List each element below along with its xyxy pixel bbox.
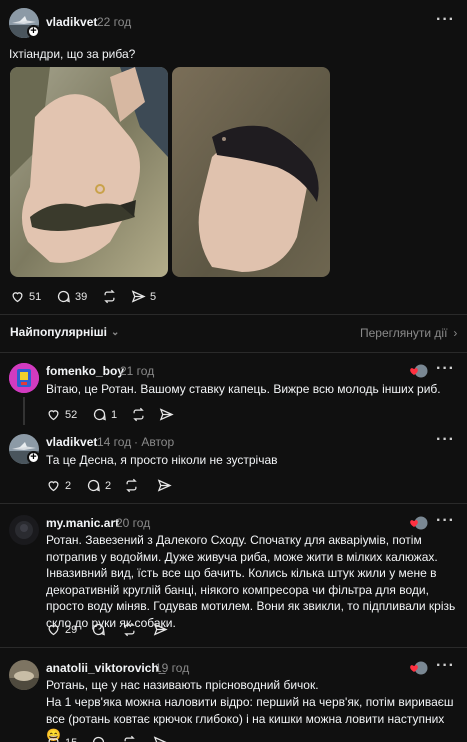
reply-like-button[interactable]: 29 <box>46 622 77 637</box>
more-options-icon[interactable]: ··· <box>436 360 455 378</box>
reply-username[interactable]: anatolii_viktorovich_ <box>46 661 165 675</box>
reply-like-button[interactable]: 2 <box>46 478 71 493</box>
post-comment-count: 39 <box>75 290 88 303</box>
reply-comment-button[interactable]: 2 <box>86 478 111 493</box>
reply-like-button[interactable]: 15 <box>46 735 77 742</box>
reply-like-count: 29 <box>65 623 78 636</box>
reply-comment-button[interactable] <box>91 622 106 637</box>
thread-line <box>23 397 25 425</box>
repost-icon <box>133 407 144 422</box>
more-options-icon[interactable]: ··· <box>436 11 455 29</box>
post-photo-1[interactable] <box>10 67 168 277</box>
chevron-right-icon: › <box>453 326 458 340</box>
comment-icon <box>92 736 105 742</box>
more-options-icon[interactable]: ··· <box>436 512 455 530</box>
share-icon <box>153 623 168 636</box>
reply-avatar[interactable] <box>9 363 39 393</box>
comment-icon <box>57 290 70 303</box>
chevron-down-icon: ⌄ <box>110 326 120 338</box>
heart-icon <box>48 410 59 421</box>
reply-time: 21 год <box>120 364 155 378</box>
comment-icon <box>92 623 105 636</box>
reply-time: 14 год <box>97 435 132 449</box>
author-liked-badge <box>410 364 428 378</box>
reply-text: Та це Десна, я просто ніколи не зустріча… <box>46 453 278 467</box>
share-icon <box>159 408 174 421</box>
post-like-button[interactable]: 51 <box>10 289 41 304</box>
reply-avatar[interactable] <box>9 515 39 545</box>
reply-username[interactable]: fomenko_boy <box>46 364 124 378</box>
reply-text: Вітаю, це Ротан. Вашому ставку капець. В… <box>46 382 441 396</box>
post-username[interactable]: vladikvet <box>46 15 97 29</box>
reply-time: 20 год <box>116 516 151 530</box>
reply-like-count: 2 <box>65 479 72 492</box>
divider <box>0 647 467 648</box>
post-like-count: 51 <box>29 290 42 303</box>
heart-icon <box>48 481 59 492</box>
divider <box>0 352 467 353</box>
author-liked-badge <box>410 661 428 675</box>
post-share-button[interactable]: 5 <box>131 289 156 304</box>
reply-repost-button[interactable] <box>131 407 146 422</box>
reply-username[interactable]: vladikvet <box>46 435 97 449</box>
post-share-count: 5 <box>150 290 157 303</box>
reply-repost-button[interactable] <box>124 478 139 493</box>
comment-icon <box>87 479 100 492</box>
reply-share-button[interactable] <box>153 735 168 742</box>
reply-text-line-1: Ротань, ще у нас називають прісноводний … <box>46 678 319 692</box>
reply-avatar[interactable] <box>9 660 39 690</box>
heart-icon <box>48 738 59 742</box>
reply-text-line-2: На 1 черв'яка можна наловити відро: перш… <box>46 695 454 742</box>
reply-repost-button[interactable] <box>122 622 137 637</box>
follow-plus-icon[interactable]: + <box>27 25 40 38</box>
post-photo-2[interactable] <box>172 67 330 277</box>
follow-plus-icon[interactable]: + <box>27 451 40 464</box>
share-icon <box>131 290 146 303</box>
heart-icon <box>48 625 59 636</box>
divider <box>0 503 467 504</box>
view-activity-link[interactable]: Переглянути дії › <box>360 326 457 340</box>
more-options-icon[interactable]: ··· <box>436 657 455 675</box>
sort-label: Найпопулярніші <box>10 325 107 339</box>
repost-icon <box>104 289 115 304</box>
reply-share-button[interactable] <box>153 622 168 637</box>
share-icon <box>153 736 167 742</box>
reply-comment-count: 1 <box>111 408 118 421</box>
reply-like-count: 15 <box>65 737 77 742</box>
reply-comment-button[interactable] <box>91 735 106 742</box>
divider <box>0 314 467 315</box>
post-comment-button[interactable]: 39 <box>56 289 87 304</box>
reply-like-count: 52 <box>65 408 78 421</box>
reply-username[interactable]: my.manic.art <box>46 516 119 530</box>
more-options-icon[interactable]: ··· <box>436 431 455 449</box>
author-liked-badge <box>410 516 428 530</box>
reply-share-button[interactable] <box>159 407 174 422</box>
reply-repost-button[interactable] <box>122 735 137 742</box>
share-icon <box>157 479 172 492</box>
post-time: 22 год <box>97 15 132 29</box>
sort-dropdown[interactable]: Найпопулярніші ⌄ <box>10 325 119 339</box>
repost-icon <box>126 478 137 493</box>
comment-icon <box>93 408 106 421</box>
heart-icon <box>12 292 23 303</box>
reply-share-button[interactable] <box>157 478 172 493</box>
post-text: Іхтіандри, що за риба? <box>9 47 136 61</box>
reply-comment-count: 2 <box>105 479 112 492</box>
repost-icon <box>124 622 135 637</box>
author-badge: · Автор <box>134 435 175 449</box>
reply-text: Ротан. Завезений з Далекого Сходу. Споча… <box>46 533 456 630</box>
repost-icon <box>124 735 135 742</box>
post-repost-button[interactable] <box>102 289 117 304</box>
reply-comment-button[interactable]: 1 <box>92 407 117 422</box>
reply-like-button[interactable]: 52 <box>46 407 77 422</box>
reply-time: 19 год <box>155 661 190 675</box>
view-activity-label: Переглянути дії <box>360 326 448 340</box>
